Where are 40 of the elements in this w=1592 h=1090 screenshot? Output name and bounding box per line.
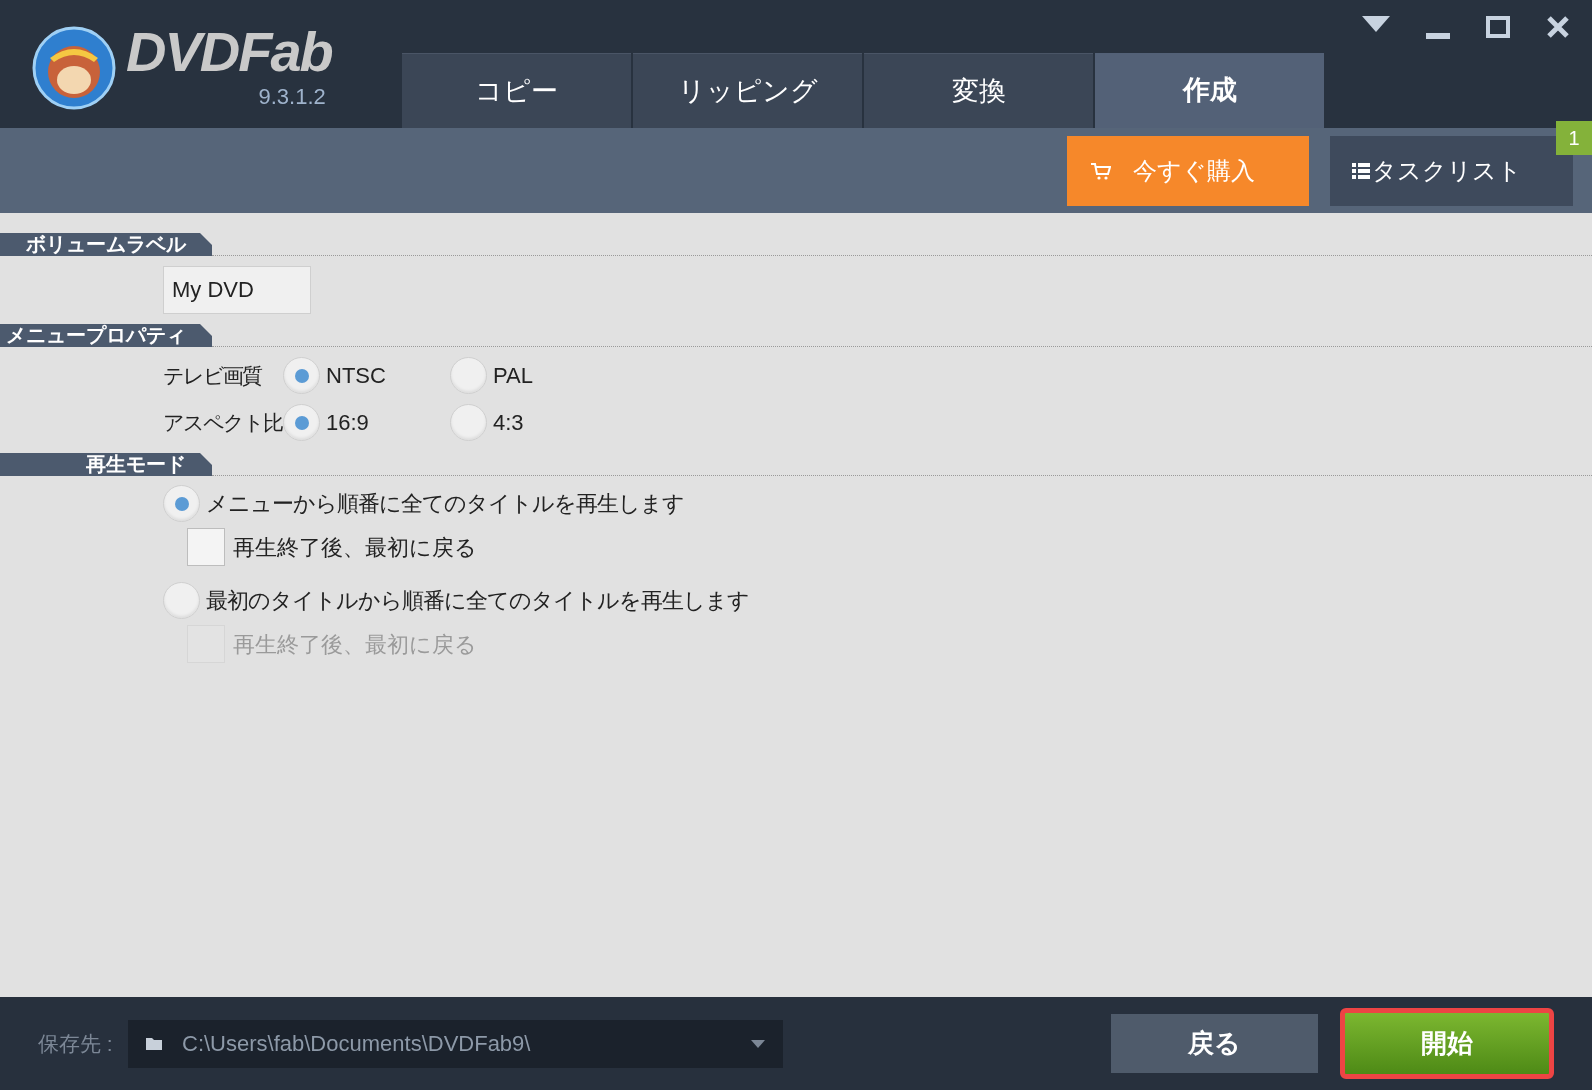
save-path-text: C:\Users\fab\Documents\DVDFab9\ bbox=[182, 1030, 532, 1058]
dropdown-icon[interactable] bbox=[1362, 16, 1390, 32]
checkbox-label: 再生終了後、最初に戻る bbox=[233, 533, 477, 562]
checkbox[interactable] bbox=[187, 528, 225, 566]
checkbox-label: 再生終了後、最初に戻る bbox=[233, 630, 477, 659]
radio-button[interactable] bbox=[283, 357, 320, 394]
save-path-field[interactable]: C:\Users\fab\Documents\DVDFab9\ bbox=[128, 1019, 783, 1068]
radio-label: PAL bbox=[493, 362, 533, 390]
option-label: テレビ画質 bbox=[163, 362, 263, 389]
radio-button[interactable] bbox=[450, 404, 487, 441]
radio-label: メニューから順番に全てのタイトルを再生します bbox=[206, 490, 684, 518]
cart-icon bbox=[1091, 161, 1111, 180]
volume-label-field[interactable]: My DVD bbox=[163, 266, 311, 314]
save-location-label: 保存先 : bbox=[38, 1030, 114, 1057]
radio-label: 4:3 bbox=[493, 409, 524, 437]
radio-label: 最初のタイトルから順番に全てのタイトルを再生します bbox=[206, 587, 749, 615]
tab[interactable]: 作成 bbox=[1095, 53, 1324, 128]
radio-label: 16:9 bbox=[326, 409, 369, 437]
dropdown-caret-icon[interactable] bbox=[751, 1039, 765, 1048]
tab[interactable]: 変換 bbox=[864, 53, 1093, 128]
option-label: アスペクト比 bbox=[163, 409, 283, 436]
mascot-logo-icon bbox=[32, 26, 116, 110]
radio-button[interactable] bbox=[163, 582, 200, 619]
radio-button[interactable] bbox=[450, 357, 487, 394]
folder-icon bbox=[146, 1037, 162, 1050]
maximize-icon[interactable] bbox=[1486, 16, 1510, 38]
radio-button[interactable] bbox=[283, 404, 320, 441]
close-icon[interactable] bbox=[1546, 16, 1570, 38]
section-header: 再生モード bbox=[0, 453, 212, 476]
tab[interactable]: コピー bbox=[402, 53, 631, 128]
section-header: ボリュームラベル bbox=[0, 233, 212, 256]
tab[interactable]: リッピング bbox=[633, 53, 862, 128]
list-icon bbox=[1352, 162, 1370, 179]
version-text: 9.3.1.2 bbox=[258, 82, 327, 111]
section-header: メニュープロパティ bbox=[0, 324, 212, 347]
app-logo-text: DVDFab bbox=[126, 23, 332, 80]
task-count-badge: 1 bbox=[1556, 121, 1592, 155]
back-button[interactable]: 戻る bbox=[1111, 1014, 1318, 1073]
radio-button[interactable] bbox=[163, 485, 200, 522]
radio-label: NTSC bbox=[326, 362, 386, 390]
